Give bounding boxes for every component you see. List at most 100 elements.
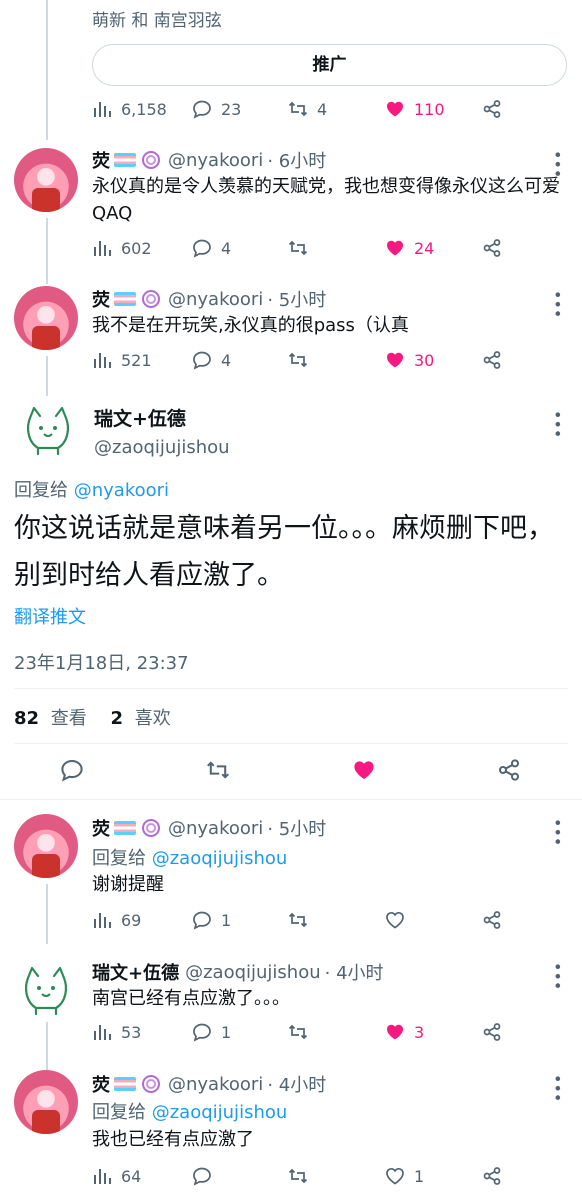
like-action[interactable]: 1	[385, 1164, 424, 1188]
heart-outline-icon	[386, 911, 404, 929]
views-action[interactable]: 53	[92, 1020, 141, 1044]
relative-time[interactable]: · 5小时	[267, 286, 326, 312]
reply-context: 萌新 和 南宫羽弦	[92, 11, 222, 31]
retweet-action[interactable]	[288, 1164, 308, 1188]
timestamp[interactable]: 23年1月18日, 23:37	[14, 649, 189, 675]
avatar[interactable]	[14, 1070, 78, 1134]
like-action[interactable]: 24	[385, 236, 434, 260]
handle[interactable]: @nyakoori	[168, 289, 263, 310]
reply-action[interactable]: 4	[192, 236, 231, 260]
share-action[interactable]	[482, 236, 502, 260]
relative-time[interactable]: · 5小时	[267, 815, 326, 841]
views-action[interactable]: 69	[92, 908, 141, 932]
reply-action[interactable]	[60, 758, 84, 782]
focus-tweet-actions	[0, 758, 582, 782]
like-action[interactable]: 3	[385, 1020, 424, 1044]
views-count: 69	[121, 910, 142, 930]
reply-count: 23	[221, 99, 242, 119]
handle[interactable]: @nyakoori	[168, 1074, 263, 1095]
display-name[interactable]: 瑞文+伍德	[92, 959, 179, 985]
retweet-action[interactable]: 4	[288, 97, 327, 121]
more-icon[interactable]: •••	[548, 818, 567, 846]
likes-total[interactable]: 2	[111, 708, 124, 729]
like-count: 110	[414, 99, 445, 119]
avatar[interactable]	[16, 398, 80, 462]
reply-count: 1	[221, 910, 232, 930]
avatar[interactable]	[14, 958, 78, 1022]
likes-label[interactable]: 喜欢	[135, 708, 171, 729]
like-action[interactable]	[385, 908, 405, 932]
views-action[interactable]: 602	[92, 236, 152, 260]
reply-icon	[193, 1023, 211, 1042]
relative-time[interactable]: · 4小时	[325, 959, 384, 985]
trans-flag-emoji	[114, 821, 136, 835]
translate-link[interactable]: 翻译推文	[14, 603, 86, 629]
more-icon[interactable]: •••	[548, 1074, 567, 1102]
views-action[interactable]: 64	[92, 1164, 141, 1188]
share-action[interactable]	[482, 97, 502, 121]
display-name[interactable]: 荧	[92, 286, 110, 312]
like-action[interactable]	[352, 758, 376, 782]
views-count: 53	[121, 1022, 142, 1042]
heart-filled-icon	[387, 1024, 403, 1040]
like-count: 1	[414, 1166, 425, 1186]
share-action[interactable]	[482, 908, 502, 932]
share-action[interactable]	[482, 1020, 502, 1044]
retweet-action[interactable]	[206, 758, 230, 782]
reply-to-line: 回复给 @zaoqijujishou	[92, 844, 287, 870]
handle[interactable]: @nyakoori	[168, 150, 263, 171]
display-name[interactable]: 荧	[92, 147, 110, 173]
reply-icon	[193, 911, 211, 930]
like-count: 3	[414, 1022, 425, 1042]
retweet-action[interactable]	[288, 348, 308, 372]
share-action[interactable]	[482, 348, 502, 372]
tweet-header: 荧 @nyakoori · 4小时	[92, 1071, 326, 1097]
reply-action[interactable]: 4	[192, 348, 231, 372]
analytics-icon	[94, 102, 111, 117]
display-name[interactable]: 瑞文+伍德	[94, 404, 186, 431]
retweet-action[interactable]	[288, 908, 308, 932]
reply-count: 4	[221, 350, 232, 370]
tweet-actions: 602 4 24	[92, 236, 502, 260]
handle[interactable]: @zaoqijujishou	[94, 437, 230, 458]
views-count: 521	[121, 350, 152, 370]
share-icon	[483, 1023, 501, 1041]
display-name[interactable]: 荧	[92, 1071, 110, 1097]
reply-prefix: 回复给	[92, 848, 146, 869]
avatar[interactable]	[14, 286, 78, 350]
retweet-action[interactable]	[288, 236, 308, 260]
swirl-emoji	[142, 151, 160, 169]
share-action[interactable]	[482, 1164, 502, 1188]
like-action[interactable]: 110	[385, 97, 445, 121]
reply-to-link[interactable]: @zaoqijujishou	[152, 1102, 288, 1123]
reply-action[interactable]: 1	[192, 908, 231, 932]
handle[interactable]: @nyakoori	[168, 818, 263, 839]
more-icon[interactable]: •••	[548, 410, 567, 438]
heart-outline-icon	[386, 1167, 404, 1185]
views-count: 602	[121, 238, 152, 258]
promote-button[interactable]: 推广	[92, 44, 567, 86]
reply-to-link[interactable]: @nyakoori	[74, 480, 169, 501]
avatar[interactable]	[14, 148, 78, 212]
views-action[interactable]: 521	[92, 348, 152, 372]
like-count: 30	[414, 350, 435, 370]
share-icon	[483, 351, 501, 369]
handle[interactable]: @zaoqijujishou	[185, 962, 321, 983]
reply-count: 1	[221, 1022, 232, 1042]
reply-to-link[interactable]: @zaoqijujishou	[152, 848, 288, 869]
views-action[interactable]: 6,158	[92, 97, 167, 121]
display-name[interactable]: 荧	[92, 815, 110, 841]
relative-time[interactable]: · 4小时	[267, 1071, 326, 1097]
relative-time[interactable]: · 6小时	[267, 147, 326, 173]
heart-filled-icon	[387, 352, 403, 368]
reply-action[interactable]: 23	[192, 97, 241, 121]
tweet[interactable]: 瑞文+伍德 @zaoqijujishou · 4小时 ••• 南宫已经有点应激了…	[0, 952, 582, 1062]
avatar[interactable]	[14, 814, 78, 878]
like-action[interactable]: 30	[385, 348, 434, 372]
reply-action[interactable]	[192, 1164, 212, 1188]
tweet-header: 荧 @nyakoori · 5小时	[92, 286, 326, 312]
retweet-action[interactable]	[288, 1020, 308, 1044]
share-action[interactable]	[497, 758, 521, 782]
tweet-actions: 64 1	[92, 1164, 502, 1188]
reply-action[interactable]: 1	[192, 1020, 231, 1044]
